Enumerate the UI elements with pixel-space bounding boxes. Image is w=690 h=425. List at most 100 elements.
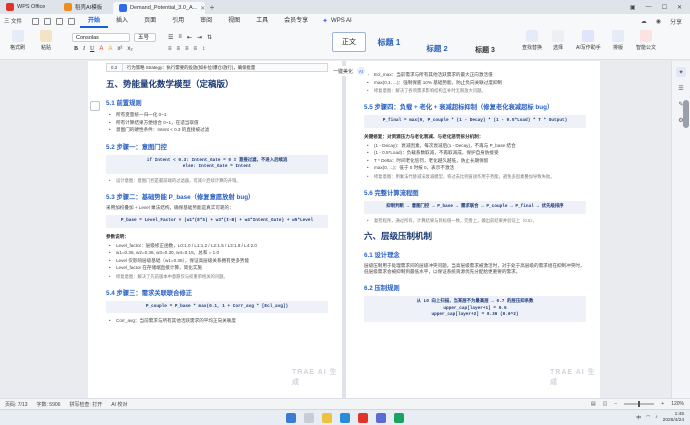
maximize-icon[interactable]: ☐	[662, 4, 667, 11]
document-area[interactable]: 0.3 行为策略 Strategy：执行需要的投放(如补位/爆仓/放行)，确保批…	[0, 61, 690, 414]
number-list-icon[interactable]: ≡	[178, 34, 182, 41]
ai-badge: AI	[357, 67, 366, 75]
clock[interactable]: 1:45 2026/4/24	[663, 412, 684, 423]
new-tab-button[interactable]: +	[205, 0, 219, 14]
cursor-icon	[552, 30, 564, 42]
menu-view[interactable]: 视图	[220, 14, 248, 28]
user-icon[interactable]: ◉	[656, 18, 661, 25]
font-name-select[interactable]: Consolas	[72, 33, 130, 42]
tab-document[interactable]: Demand_Potential_3.0_A... ✕	[113, 2, 205, 14]
close-window-icon[interactable]: ✕	[677, 4, 682, 11]
bullet-list-icon[interactable]: ☰	[168, 34, 173, 41]
align-right-icon[interactable]: ≡	[185, 46, 189, 52]
start-icon[interactable]	[286, 412, 296, 423]
page-left[interactable]: 0.3 行为策略 Strategy：执行需要的投放(如补位/爆仓/放行)，确保批…	[88, 61, 342, 414]
menu-right-tools: ☁ ◉ 分享	[641, 17, 690, 26]
style-heading-1[interactable]: 标题 1	[372, 32, 406, 52]
zoom-in-icon[interactable]: +	[661, 401, 664, 407]
share-button[interactable]: 分享	[670, 17, 682, 26]
menu-review[interactable]: 审阅	[192, 14, 220, 28]
italic-icon[interactable]: I	[83, 46, 85, 52]
cloud-icon[interactable]: ☁	[641, 18, 647, 25]
wps-taskbar-icon[interactable]	[358, 412, 368, 423]
justify-icon[interactable]: ≡	[194, 46, 198, 52]
minimize-icon[interactable]: —	[646, 4, 652, 10]
chat-icon[interactable]	[394, 412, 404, 423]
wps-ai-button[interactable]: ✦ WPS AI	[322, 17, 352, 25]
wps-logo-icon	[6, 3, 14, 11]
style-normal[interactable]: 正文	[332, 32, 366, 52]
web-view-icon[interactable]: ◫	[603, 401, 608, 407]
ai-check-button[interactable]: AI 校对	[111, 401, 127, 408]
underline-icon[interactable]: U	[90, 46, 94, 52]
style-heading-3[interactable]: 标题 3	[468, 40, 502, 60]
list-item: 所有变量统一归一化 0~1	[106, 111, 328, 119]
tab-wps-office[interactable]: WPS Office	[0, 0, 58, 14]
input-method[interactable]: 中	[636, 414, 641, 421]
font-size-select[interactable]: 五号	[134, 33, 156, 42]
text-format-row: B I U A A x² x₂	[74, 46, 133, 52]
menu-insert[interactable]: 插入	[108, 14, 136, 28]
search-icon[interactable]	[304, 412, 314, 423]
highlight-icon[interactable]: A	[108, 46, 112, 52]
indent-increase-icon[interactable]: ⇥	[197, 34, 202, 41]
indent-decrease-icon[interactable]: ⇤	[187, 34, 192, 41]
beautify-button[interactable]: 一键美化 AI	[330, 66, 369, 76]
undo-icon[interactable]	[56, 17, 64, 25]
doc-nav-icon[interactable]: ☰	[676, 83, 686, 93]
list-item: Ecl_max：当前需求与所有其他活跃需求的最大正向激活值	[364, 71, 586, 79]
layout-button[interactable]: 排版	[612, 30, 624, 51]
tab-ai-templates[interactable]: 稻壳AI模板	[58, 0, 113, 14]
zoom-slider[interactable]	[624, 401, 655, 407]
format-painter-button[interactable]: 格式刷	[10, 30, 25, 51]
app-icon[interactable]	[376, 412, 386, 423]
ai-write-button[interactable]: AI写作助手	[576, 30, 601, 51]
save-icon[interactable]	[32, 17, 40, 25]
bold-icon[interactable]: B	[74, 46, 78, 52]
menu-references[interactable]: 引用	[164, 14, 192, 28]
menu-member[interactable]: 会员专享	[276, 14, 316, 28]
zoom-out-icon[interactable]: −	[614, 401, 617, 407]
spellcheck-status[interactable]: 拼写检查: 打开	[69, 401, 102, 408]
scrollbar-thumb[interactable]	[683, 100, 689, 128]
window-list-icon[interactable]: ▣	[630, 4, 636, 11]
volume-icon[interactable]: ♪	[655, 415, 657, 420]
line-spacing-icon[interactable]: ↕	[202, 46, 205, 52]
section-heading: 五、势能量化数学模型（定稿版）	[106, 79, 234, 89]
page-right[interactable]: Ecl_max：当前需求与所有其他活跃需求的最大正向激活值 max(0.1, .…	[346, 61, 600, 414]
style-heading-2[interactable]: 标题 2	[420, 38, 454, 58]
redo-icon[interactable]	[68, 17, 76, 25]
code-block: P_couple = P_base * max(0.1, 1 + Corr_av…	[106, 300, 328, 314]
file-explorer-icon[interactable]	[322, 412, 332, 423]
smart-doc-button[interactable]: 智能公文	[636, 30, 656, 51]
page-right-body: Ecl_max：当前需求与所有其他活跃需求的最大正向激活值 max(0.1, .…	[364, 63, 586, 326]
paragraph: 层级压制用于处理需求间的层级冲突问题。当高层级需求被激活时，对于处于高层级的需求…	[364, 262, 585, 274]
browser-icon[interactable]	[340, 412, 350, 423]
menu-tools[interactable]: 工具	[248, 14, 276, 28]
note-item: 修复意图：解决了各项需求影响结构互补时无限放大问题。	[364, 88, 586, 94]
font-color-icon[interactable]: A	[99, 46, 103, 52]
ai-sparkle-icon: ✦	[322, 18, 329, 25]
superscript-icon[interactable]: x²	[117, 46, 122, 52]
paste-button[interactable]: 粘贴	[40, 30, 52, 51]
menu-page[interactable]: 页面	[136, 14, 164, 28]
align-center-icon[interactable]: ≡	[177, 46, 181, 52]
view-mode-icon[interactable]: ▤	[591, 401, 596, 407]
subscript-icon[interactable]: x₂	[127, 46, 132, 52]
zoom-level[interactable]: 120%	[671, 401, 684, 407]
menu-home[interactable]: 开始	[80, 14, 109, 28]
heading-marker-icon[interactable]	[90, 101, 100, 111]
wifi-icon[interactable]: ◠	[646, 415, 650, 420]
print-icon[interactable]	[44, 17, 52, 25]
subsection-heading: 5.5 步骤四：负载 + 老化 + 衰减超标抑制（修复老化衰减超标 bug）	[364, 104, 554, 112]
word-count[interactable]: 字数: 5906	[37, 401, 61, 408]
search-icon	[526, 30, 538, 42]
brush-icon	[11, 30, 24, 42]
find-replace-button[interactable]: 查找替换	[522, 30, 542, 51]
sort-icon[interactable]: ⇅	[207, 34, 212, 41]
file-menu[interactable]: 三 文件	[4, 17, 22, 25]
select-button[interactable]: 选择	[552, 30, 564, 51]
ai-assistant-icon[interactable]: ✦	[676, 67, 686, 77]
align-left-icon[interactable]: ≡	[168, 46, 172, 52]
page-indicator[interactable]: 页码: 7/13	[5, 401, 28, 408]
